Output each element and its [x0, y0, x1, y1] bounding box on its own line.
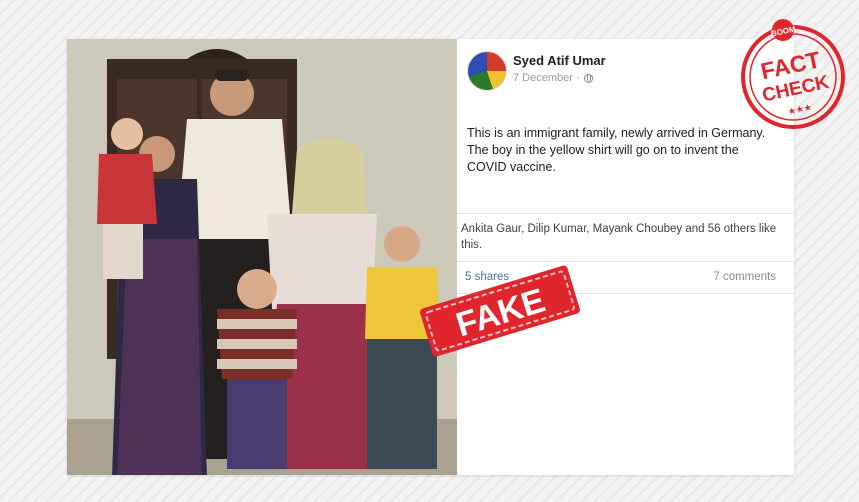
fact-check-seal: BOOM FACT CHECK ★★★ [741, 19, 845, 129]
divider [457, 213, 794, 214]
post-text: This is an immigrant family, newly arriv… [467, 126, 766, 174]
seal-stars: ★★★ [787, 103, 813, 118]
divider [457, 261, 794, 262]
post-date[interactable]: 7 December · [513, 72, 580, 84]
comments-link[interactable]: 7 comments [713, 271, 776, 283]
facebook-post-card: Syed Atif Umar 7 December · This is an i… [67, 39, 794, 475]
globe-icon [583, 73, 593, 83]
author-avatar[interactable] [467, 51, 507, 91]
family-photo-illustration [67, 39, 457, 475]
post-meta: 7 December · [513, 72, 593, 84]
family-photo[interactable] [67, 39, 457, 475]
author-name[interactable]: Syed Atif Umar [513, 53, 606, 68]
likes-summary[interactable]: Ankita Gaur, Dilip Kumar, Mayank Choubey… [461, 221, 783, 253]
